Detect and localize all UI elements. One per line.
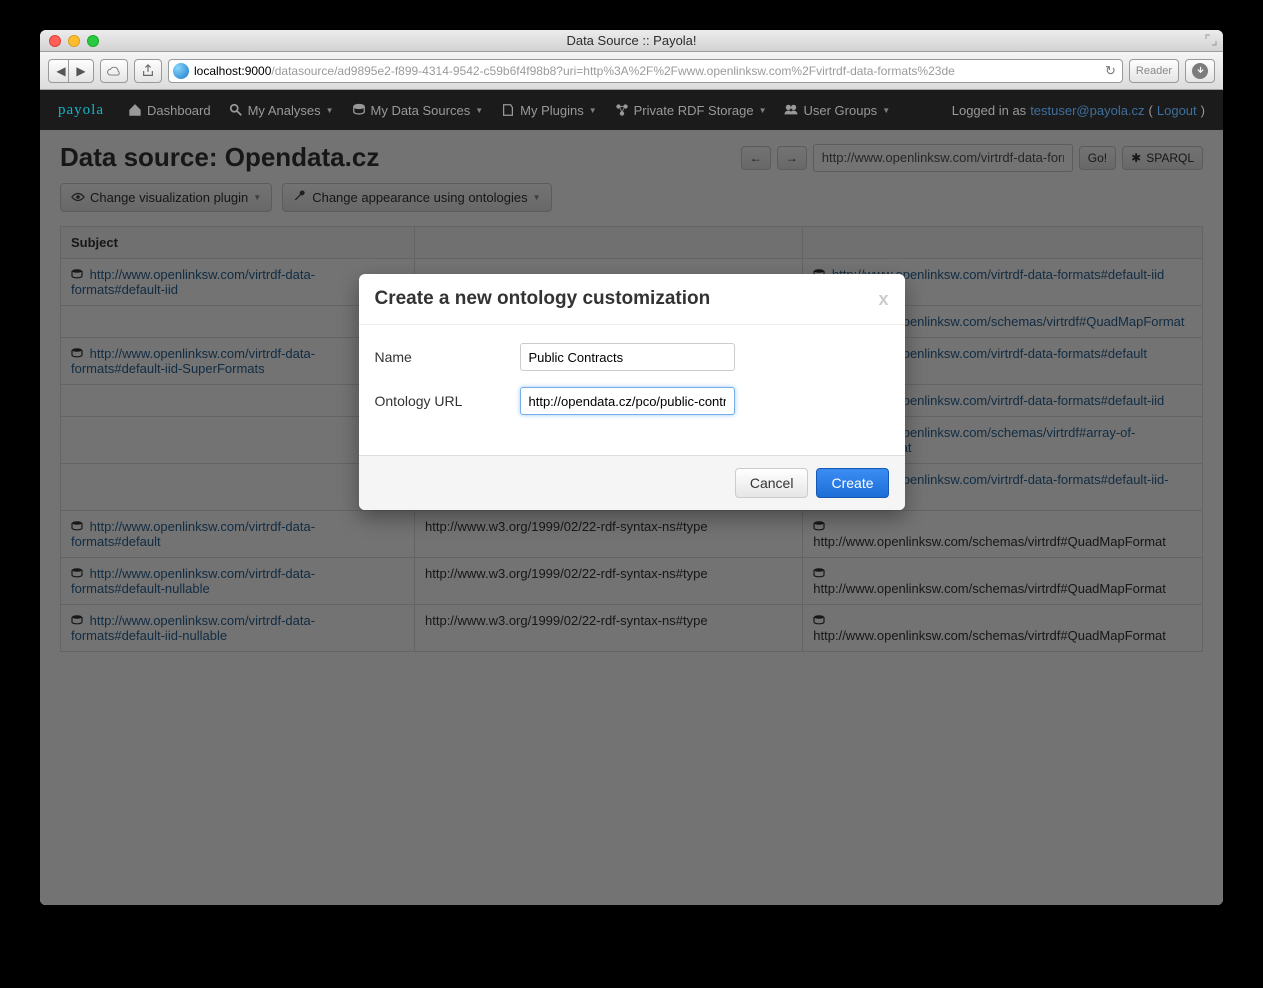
modal-overlay: [40, 130, 1223, 905]
share-button[interactable]: [134, 59, 162, 83]
nav-my-plugins[interactable]: My Plugins ▼: [501, 103, 597, 118]
fullscreen-icon[interactable]: [1205, 34, 1217, 46]
url-path: /datasource/ad9895e2-f899-4314-9542-c59b…: [271, 64, 954, 78]
current-user-link[interactable]: testuser@payola.cz: [1030, 103, 1144, 118]
window-title: Data Source :: Payola!: [40, 33, 1223, 48]
logged-in-label: Logged in as: [952, 103, 1026, 118]
create-ontology-modal: Create a new ontology customization x Na…: [359, 274, 905, 510]
name-input[interactable]: [520, 343, 735, 371]
nav-label: Private RDF Storage: [634, 103, 754, 118]
url-text: localhost:9000/datasource/ad9895e2-f899-…: [194, 64, 955, 78]
nav-private-rdf-storage[interactable]: Private RDF Storage ▼: [615, 103, 767, 118]
browser-window: Data Source :: Payola! ◀ ▶ localhost:900…: [40, 30, 1223, 905]
modal-header: Create a new ontology customization x: [359, 274, 905, 325]
icloud-button[interactable]: [100, 59, 128, 83]
reader-button[interactable]: Reader: [1129, 59, 1179, 83]
nav-user-groups[interactable]: User Groups ▼: [784, 103, 890, 118]
modal-close-button[interactable]: x: [878, 289, 888, 310]
create-button[interactable]: Create: [816, 468, 888, 498]
download-icon: [1192, 63, 1208, 79]
nav-user-area: Logged in as testuser@payola.cz (Logout): [952, 103, 1205, 118]
brand-logo[interactable]: payola: [58, 102, 104, 119]
chevron-down-icon: ▼: [475, 106, 483, 115]
window-titlebar: Data Source :: Payola!: [40, 30, 1223, 52]
form-row-ontology-url: Ontology URL: [375, 387, 889, 415]
nav-label: My Plugins: [520, 103, 584, 118]
chevron-down-icon: ▼: [759, 106, 767, 115]
url-host: localhost:9000: [194, 64, 271, 78]
browser-toolbar: ◀ ▶ localhost:9000/datasource/ad9895e2-f…: [40, 52, 1223, 90]
nav-label: User Groups: [803, 103, 877, 118]
url-bar[interactable]: localhost:9000/datasource/ad9895e2-f899-…: [168, 59, 1123, 83]
nav-label: My Data Sources: [371, 103, 471, 118]
chevron-down-icon: ▼: [326, 106, 334, 115]
reload-icon[interactable]: ↻: [1103, 63, 1118, 79]
form-row-name: Name: [375, 343, 889, 371]
nav-dashboard[interactable]: Dashboard: [128, 103, 211, 118]
chevron-down-icon: ▼: [882, 106, 890, 115]
name-label: Name: [375, 349, 520, 365]
app-navbar: payola Dashboard My Analyses ▼ My Data S…: [40, 90, 1223, 130]
cancel-button[interactable]: Cancel: [735, 468, 809, 498]
nav-label: Dashboard: [147, 103, 211, 118]
site-icon: [173, 63, 189, 79]
downloads-button[interactable]: [1185, 59, 1215, 83]
forward-button[interactable]: ▶: [68, 59, 94, 83]
modal-body: Name Ontology URL: [359, 325, 905, 455]
ontology-url-label: Ontology URL: [375, 393, 520, 409]
ontology-url-input[interactable]: [520, 387, 735, 415]
nav-label: My Analyses: [248, 103, 321, 118]
modal-footer: Cancel Create: [359, 455, 905, 510]
nav-my-data-sources[interactable]: My Data Sources ▼: [352, 103, 484, 118]
chevron-down-icon: ▼: [589, 106, 597, 115]
modal-title: Create a new ontology customization: [375, 288, 711, 310]
logout-link[interactable]: Logout: [1157, 103, 1197, 118]
nav-my-analyses[interactable]: My Analyses ▼: [229, 103, 334, 118]
